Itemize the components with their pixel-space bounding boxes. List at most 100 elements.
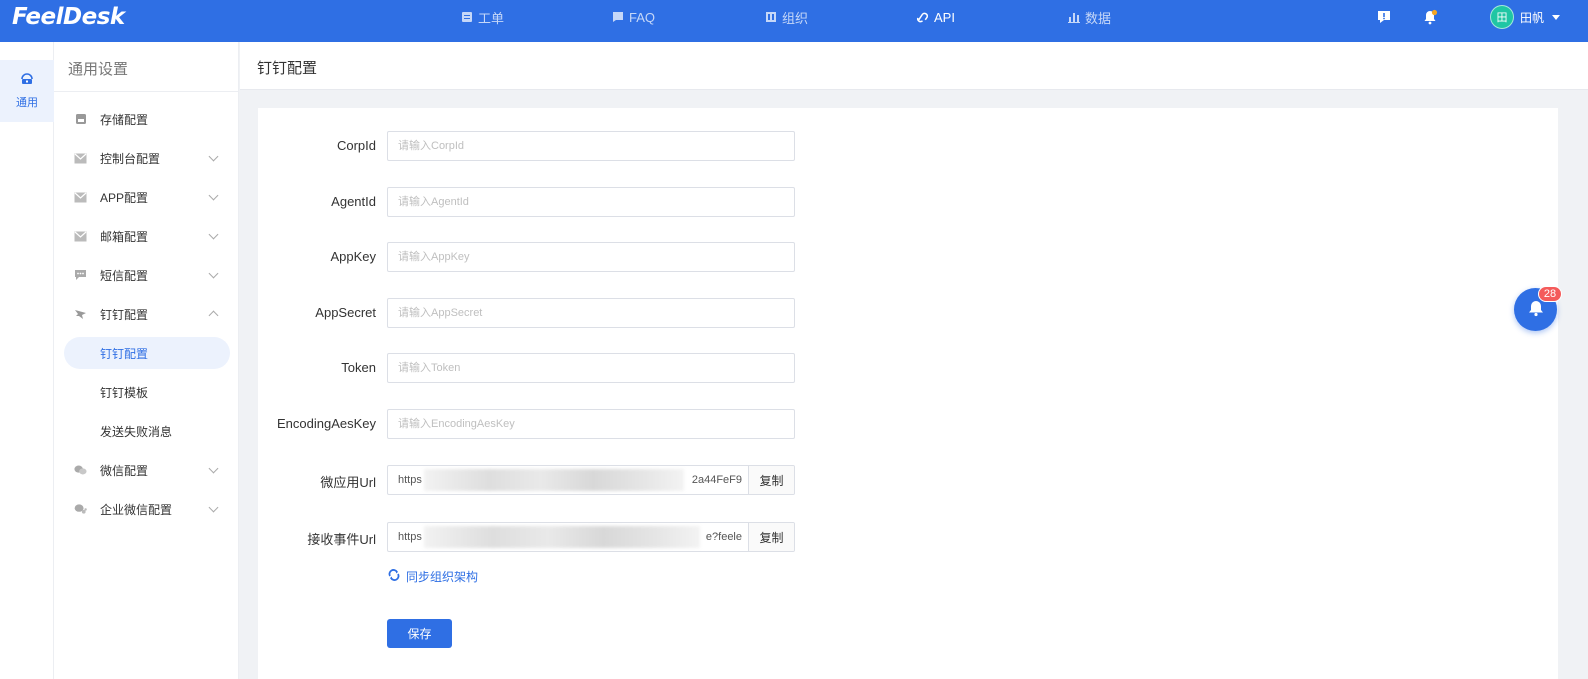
ticket-icon xyxy=(460,11,473,24)
sidebar-subitem-failed-messages[interactable]: 发送失败消息 xyxy=(54,415,239,447)
sidebar-item-wecom[interactable]: 企业微信配置 xyxy=(54,493,239,525)
encodingaeskey-label: EncodingAesKey xyxy=(276,416,376,431)
agentid-label: AgentId xyxy=(331,194,376,209)
redacted-url xyxy=(424,469,684,491)
sidebar-subitem-label: 发送失败消息 xyxy=(100,424,173,439)
user-menu[interactable]: 田 田帆 xyxy=(1490,5,1561,29)
bell-icon xyxy=(1527,299,1545,320)
url-prefix: https xyxy=(398,531,422,543)
sidebar-item-label: APP配置 xyxy=(100,190,149,205)
sms-icon xyxy=(74,269,87,282)
app-icon xyxy=(74,191,87,204)
appsecret-input[interactable] xyxy=(387,298,795,328)
sidebar-subitem-label: 钉钉模板 xyxy=(100,385,149,400)
save-button[interactable]: 保存 xyxy=(387,619,452,648)
chevron-down-icon xyxy=(208,268,219,279)
sidebar-item-app[interactable]: APP配置 xyxy=(54,181,239,213)
faq-icon xyxy=(611,11,624,24)
chevron-up-icon xyxy=(208,310,219,321)
page-title: 钉钉配置 xyxy=(257,60,318,77)
sidebar-item-label: 邮箱配置 xyxy=(100,229,149,244)
sidebar-item-label: 微信配置 xyxy=(100,463,149,478)
wecom-icon xyxy=(74,503,87,516)
left-rail: 通用 xyxy=(0,42,54,679)
redacted-url xyxy=(424,526,700,548)
sidebar-item-console[interactable]: 控制台配置 xyxy=(54,142,239,174)
sidebar-item-wechat[interactable]: 微信配置 xyxy=(54,454,239,486)
general-settings-icon xyxy=(20,72,34,89)
nav-item-faq[interactable]: FAQ xyxy=(611,0,655,34)
chevron-down-icon xyxy=(208,151,219,162)
nav-item-organization[interactable]: 组织 xyxy=(764,0,808,34)
feedback-icon[interactable] xyxy=(1375,8,1393,26)
api-link-icon xyxy=(916,11,929,24)
content-header: 钉钉配置 xyxy=(240,42,1588,90)
chevron-down-icon xyxy=(208,229,219,240)
nav-label: 工单 xyxy=(478,10,505,26)
event-url-label: 接收事件Url xyxy=(307,532,376,547)
sync-icon xyxy=(388,569,400,584)
nav-item-tickets[interactable]: 工单 xyxy=(460,0,504,34)
token-label: Token xyxy=(341,360,376,375)
sidebar-item-label: 企业微信配置 xyxy=(100,502,173,517)
rail-label: 通用 xyxy=(16,97,38,109)
sidebar-item-sms[interactable]: 短信配置 xyxy=(54,259,239,291)
sidebar-item-label: 存储配置 xyxy=(100,112,149,127)
appkey-label: AppKey xyxy=(330,249,376,264)
mail-icon xyxy=(74,230,87,243)
sidebar-item-dingtalk[interactable]: 钉钉配置 xyxy=(54,298,239,330)
nav-label: API xyxy=(934,9,955,25)
notification-bell-icon[interactable] xyxy=(1421,8,1439,26)
user-name: 田帆 xyxy=(1520,10,1545,25)
sidebar-subitem-label: 钉钉配置 xyxy=(100,346,149,361)
chevron-down-icon xyxy=(1552,14,1561,20)
nav-label: 组织 xyxy=(782,10,809,26)
corpid-input[interactable] xyxy=(387,131,795,161)
sidebar-item-mail[interactable]: 邮箱配置 xyxy=(54,220,239,252)
divider xyxy=(54,91,239,92)
nav-item-data[interactable]: 数据 xyxy=(1067,0,1111,34)
avatar: 田 xyxy=(1490,5,1514,29)
top-navbar: FeelDesk 工单 FAQ 组织 API 数据 田 田帆 xyxy=(0,0,1588,42)
nav-item-api[interactable]: API xyxy=(916,0,955,34)
sidebar-subitem-dingtalk-config[interactable]: 钉钉配置 xyxy=(64,337,230,369)
url-suffix: 2a44FeF9 xyxy=(689,474,742,486)
url-prefix: https xyxy=(398,474,422,486)
encodingaeskey-input[interactable] xyxy=(387,409,795,439)
sidebar-title: 通用设置 xyxy=(68,61,129,78)
micro-app-url-field[interactable]: https 2a44FeF9 复制 xyxy=(387,465,795,495)
event-url-field[interactable]: https e?feele 复制 xyxy=(387,522,795,552)
token-input[interactable] xyxy=(387,353,795,383)
wechat-icon xyxy=(74,464,87,477)
data-chart-icon xyxy=(1067,11,1080,24)
micro-app-url-label: 微应用Url xyxy=(320,475,376,490)
sidebar-item-label: 钉钉配置 xyxy=(100,307,149,322)
notification-count-badge: 28 xyxy=(1538,286,1562,302)
nav-label: FAQ xyxy=(629,9,656,25)
copy-event-url-button[interactable]: 复制 xyxy=(748,523,794,551)
sidebar-item-label: 控制台配置 xyxy=(100,151,161,166)
dingtalk-config-form: CorpId AgentId AppKey AppSecret Token En… xyxy=(258,108,1558,679)
nav-label: 数据 xyxy=(1085,10,1112,26)
settings-sidebar: 通用设置 存储配置 控制台配置 APP配置 邮箱配置 短信配置 钉钉配置 钉钉配… xyxy=(54,42,239,679)
sidebar-subitem-dingtalk-template[interactable]: 钉钉模板 xyxy=(54,376,239,408)
sidebar-item-storage[interactable]: 存储配置 xyxy=(54,103,239,135)
sidebar-item-label: 短信配置 xyxy=(100,268,149,283)
rail-item-general[interactable]: 通用 xyxy=(0,60,54,122)
console-icon xyxy=(74,152,87,165)
app-logo[interactable]: FeelDesk xyxy=(12,4,125,30)
chevron-down-icon xyxy=(208,502,219,513)
sync-label: 同步组织架构 xyxy=(406,570,479,584)
organization-icon xyxy=(764,11,777,24)
url-suffix: e?feele xyxy=(703,531,742,543)
storage-icon xyxy=(74,113,87,126)
sync-organization-link[interactable]: 同步组织架构 xyxy=(388,568,478,585)
chevron-down-icon xyxy=(208,190,219,201)
appsecret-label: AppSecret xyxy=(315,305,376,320)
agentid-input[interactable] xyxy=(387,187,795,217)
corpid-label: CorpId xyxy=(336,138,376,153)
appkey-input[interactable] xyxy=(387,242,795,272)
chevron-down-icon xyxy=(208,463,219,474)
dingtalk-icon xyxy=(74,308,87,321)
copy-micro-app-url-button[interactable]: 复制 xyxy=(748,466,794,494)
